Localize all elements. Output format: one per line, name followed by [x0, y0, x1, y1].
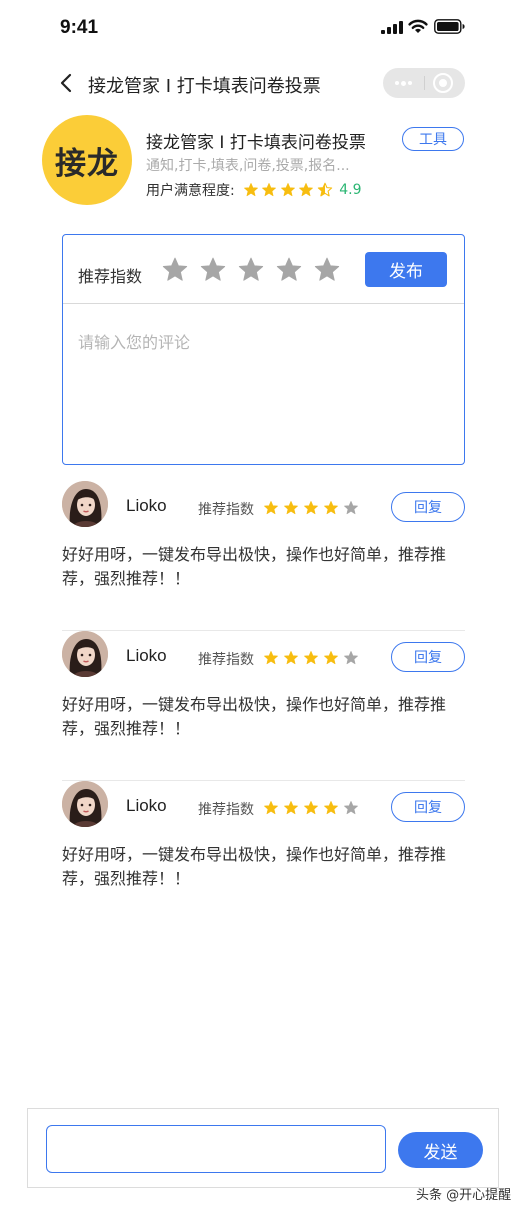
mini-program-capsule [383, 68, 465, 98]
star-icon-empty [344, 650, 358, 665]
status-time: 9:41 [60, 17, 99, 38]
comment-input[interactable] [63, 305, 464, 465]
capsule-divider [424, 76, 425, 90]
star-icon-filled [304, 800, 318, 815]
avatar[interactable] [62, 631, 108, 677]
more-icon[interactable] [383, 68, 424, 98]
satisfaction-stars [243, 182, 336, 198]
signal-icon [381, 21, 403, 34]
rating-star-3[interactable] [237, 256, 265, 284]
watermark: 头条 @开心提醒 [416, 1188, 512, 1203]
star-icon-filled [243, 182, 258, 197]
rating-star-1[interactable] [161, 256, 189, 284]
rating-star-2[interactable] [199, 256, 227, 284]
reply-button[interactable]: 回复 [391, 792, 465, 822]
comment-rating-label: 推荐指数 [198, 802, 254, 818]
comment-rating-stars [263, 650, 363, 666]
comment-username: Lioko [126, 796, 167, 815]
app-name: 接龙管家 I 打卡填表问卷投票 [146, 133, 366, 153]
star-icon-filled [284, 500, 298, 515]
reply-button[interactable]: 回复 [391, 492, 465, 522]
comment-item: Lioko 推荐指数 回复好好用呀，一键发布导出极快，操作也好简单，推荐推荐，强烈推… [62, 631, 465, 781]
satisfaction-score: 4.9 [339, 182, 362, 198]
rating-star-5[interactable] [313, 256, 341, 284]
send-button[interactable]: 发送 [398, 1132, 483, 1168]
comment-rating-label: 推荐指数 [198, 652, 254, 668]
comment-item: Lioko 推荐指数 回复好好用呀，一键发布导出极快，操作也好简单，推荐推荐，强烈推… [62, 781, 465, 931]
comment-item: Lioko 推荐指数 回复好好用呀，一键发布导出极快，操作也好简单，推荐推荐，强烈推… [62, 481, 465, 631]
star-icon-filled [284, 800, 298, 815]
comment-text: 好好用呀，一键发布导出极快，操作也好简单，推荐推荐，强烈推荐！！ [62, 845, 447, 888]
comment-rating-stars [263, 500, 363, 516]
bottom-bar: 发送 [27, 1108, 499, 1188]
star-icon-filled [284, 650, 298, 665]
star-icon-empty [344, 500, 358, 515]
nav-title: 接龙管家 I 打卡填表问卷投票 [88, 76, 321, 97]
message-input[interactable] [46, 1125, 386, 1173]
rating-header: 推荐指数 发布 [63, 235, 464, 304]
app-keywords: 通知,打卡,填表,问卷,投票,报名... [146, 158, 350, 174]
battery-icon [434, 19, 465, 34]
satisfaction-row: 用户满意程度: 4.9 [146, 180, 361, 200]
comment-text: 好好用呀，一键发布导出极快，操作也好简单，推荐推荐，强烈推荐！！ [62, 545, 447, 588]
star-icon-filled [324, 650, 338, 665]
app-logo-text: 接龙 [55, 145, 119, 182]
star-icon-filled [264, 800, 278, 815]
back-icon[interactable] [56, 72, 78, 94]
comment-text: 好好用呀，一键发布导出极快，操作也好简单，推荐推荐，强烈推荐！！ [62, 695, 447, 738]
comment-rating-stars [263, 800, 363, 816]
wifi-icon [408, 19, 428, 33]
star-icon-filled [304, 500, 318, 515]
star-icon-empty [344, 800, 358, 815]
star-icon-filled [324, 500, 338, 515]
satisfaction-label: 用户满意程度: [146, 183, 235, 199]
reply-button[interactable]: 回复 [391, 642, 465, 672]
star-icon-filled [324, 800, 338, 815]
star-icon-filled [299, 182, 314, 197]
avatar[interactable] [62, 481, 108, 527]
comment-rating-label: 推荐指数 [198, 502, 254, 518]
star-icon-filled [262, 182, 277, 197]
app-logo: 接龙 [42, 115, 132, 205]
nav-bar: 接龙管家 I 打卡填表问卷投票 [0, 62, 525, 106]
star-icon-filled [304, 650, 318, 665]
comment-username: Lioko [126, 496, 167, 515]
comment-username: Lioko [126, 646, 167, 665]
close-icon[interactable] [433, 73, 453, 93]
star-icon-filled [264, 650, 278, 665]
publish-button[interactable]: 发布 [365, 252, 447, 287]
avatar[interactable] [62, 781, 108, 827]
star-icon-filled [280, 182, 295, 197]
category-tag[interactable]: 工具 [402, 127, 464, 151]
comment-form: 推荐指数 发布 [62, 234, 465, 465]
star-icon-filled [264, 500, 278, 515]
rating-label: 推荐指数 [78, 267, 143, 286]
rating-star-4[interactable] [275, 256, 303, 284]
status-bar: 9:41 [0, 0, 525, 58]
star-icon-half [317, 182, 332, 197]
rating-stars [161, 256, 351, 284]
